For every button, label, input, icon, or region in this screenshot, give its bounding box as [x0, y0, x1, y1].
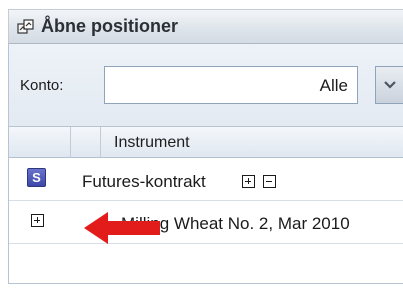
expand-row-plus-icon[interactable] — [31, 214, 44, 227]
group-type-icon: S — [27, 168, 46, 187]
window-title: Åbne positioner — [41, 16, 179, 36]
grid-header: Instrument — [9, 127, 403, 158]
grid-header-icon-column[interactable] — [71, 127, 101, 157]
konto-selected-value: Alle — [319, 76, 348, 95]
konto-label: Konto: — [20, 77, 64, 94]
konto-dropdown-button[interactable] — [375, 66, 403, 104]
grid-header-instrument[interactable]: Instrument — [114, 134, 190, 152]
plus-box-icon[interactable] — [242, 175, 255, 188]
grid-header-expander-column[interactable] — [9, 127, 71, 157]
group-label: Futures-kontrakt — [82, 172, 206, 191]
positions-panel: Konto: Alle Instrument S Futures-kontrak… — [8, 44, 403, 284]
group-row-futures[interactable]: S Futures-kontrakt — [9, 158, 403, 201]
chevron-down-icon — [384, 81, 396, 89]
minus-box-icon[interactable] — [263, 175, 276, 188]
title-bar: Åbne positioner — [8, 9, 403, 44]
position-row[interactable]: Milling Wheat No. 2, Mar 2010 — [9, 201, 403, 244]
window: Åbne positioner Konto: Alle Instrument S… — [0, 0, 403, 290]
filter-bar: Konto: Alle — [9, 44, 403, 127]
konto-select[interactable]: Alle — [104, 66, 358, 104]
positions-window-icon — [17, 18, 35, 36]
red-arrow-left-icon — [82, 210, 162, 246]
